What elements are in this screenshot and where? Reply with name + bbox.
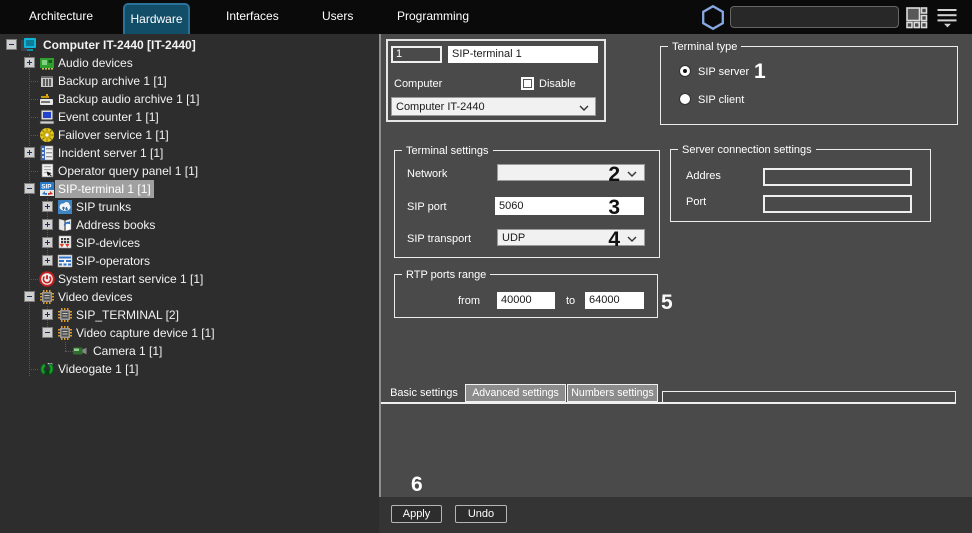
svg-text:SIP: SIP bbox=[41, 184, 52, 191]
